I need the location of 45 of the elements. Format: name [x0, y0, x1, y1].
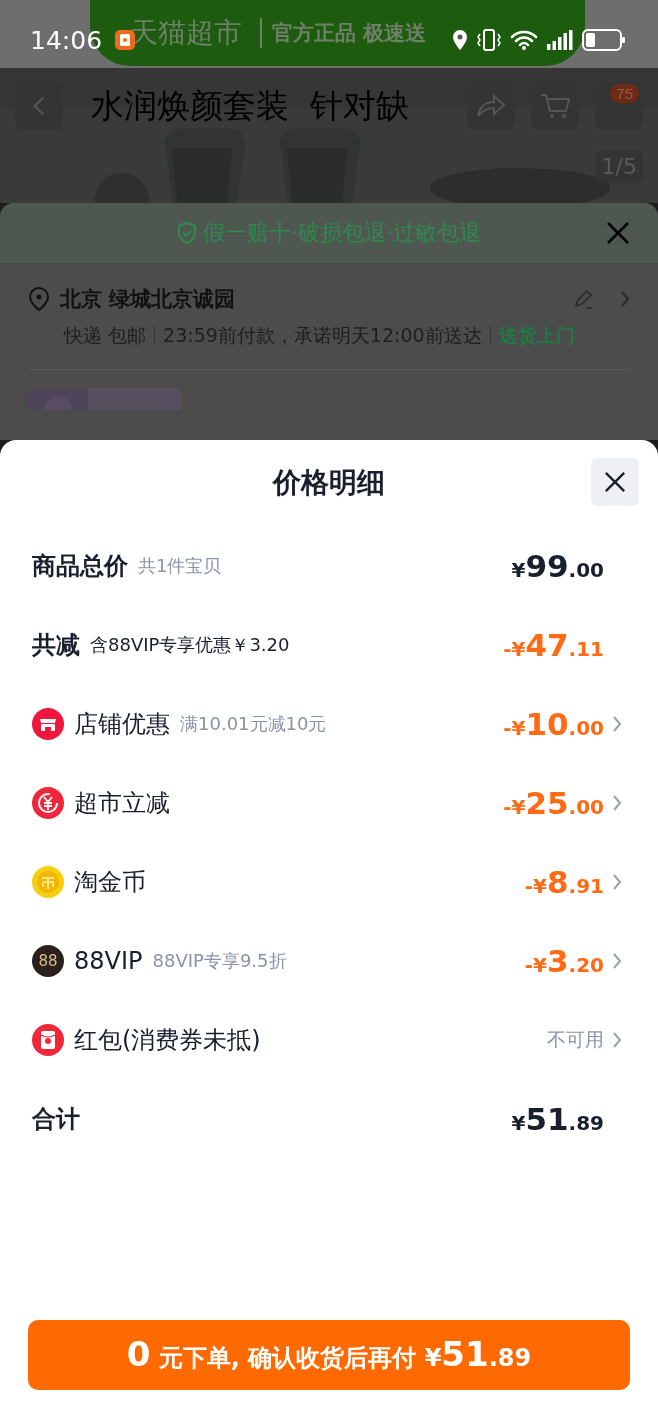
price-amount: -¥10.00	[503, 705, 604, 742]
close-button[interactable]	[591, 458, 639, 506]
row-label: 合计	[32, 1103, 80, 1135]
row-note: 共1件宝贝	[138, 553, 222, 578]
price-amount: -¥8.91	[524, 863, 604, 900]
share-icon	[476, 94, 506, 118]
chevron-icon	[620, 290, 630, 308]
location-pin-icon	[28, 286, 50, 312]
banner-slogan: 官方正品 极速送	[272, 20, 427, 47]
row-label: 店铺优惠	[74, 708, 170, 740]
edit-icon[interactable]	[572, 288, 594, 310]
close-icon[interactable]	[606, 221, 630, 245]
product-title: 水润焕颜套装 针对缺	[91, 84, 409, 127]
price-amount: ¥99.00	[511, 547, 604, 584]
wifi-icon	[510, 29, 538, 51]
row-label: 淘金币	[74, 866, 146, 898]
row-note: 88VIP专享9.5折	[152, 948, 287, 973]
row-label: 共减	[32, 629, 80, 661]
status-text: 不可用	[547, 1026, 604, 1052]
signal-icon	[547, 30, 573, 50]
row-label: 红包(消费券未抵)	[74, 1024, 261, 1056]
shield-icon	[177, 222, 197, 244]
row-note: 满10.01元减10元	[180, 711, 327, 736]
price-amount: -¥3.20	[524, 942, 604, 979]
envelope-icon	[32, 1023, 64, 1056]
submit-order-button[interactable]: 0 元下单, 确认收货后再付 ¥51.89	[28, 1320, 630, 1390]
row-label: 商品总价	[32, 550, 128, 582]
row-label: 超市立减	[74, 787, 170, 819]
coin-icon	[32, 865, 64, 898]
price-amount: -¥25.00	[503, 784, 604, 821]
row-label: 88VIP	[74, 946, 143, 975]
back-icon	[33, 95, 45, 117]
price-amount: ¥51.89	[511, 1100, 604, 1137]
price-amount: -¥47.11	[503, 626, 604, 663]
yuan-coupon-icon	[32, 786, 64, 819]
address-text[interactable]: 北京 绿城北京诚园	[60, 285, 236, 313]
vibrate-icon	[477, 29, 501, 51]
battery-icon	[582, 29, 626, 51]
close-icon	[604, 471, 626, 493]
cart-icon	[540, 93, 570, 119]
row-note: 含88VIP专享优惠￥3.20	[90, 632, 290, 657]
location-icon	[452, 29, 468, 51]
sheet-title: 价格明细	[273, 465, 385, 501]
shop-icon	[32, 707, 64, 740]
vip-badge-icon: 88	[32, 944, 64, 977]
